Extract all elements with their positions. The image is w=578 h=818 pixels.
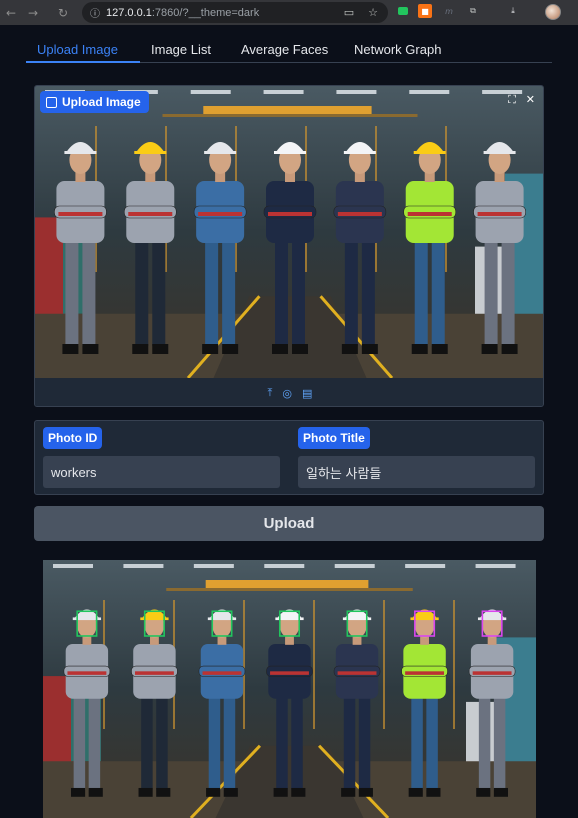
download-icon[interactable]: ⤓ — [506, 4, 520, 18]
image-actions: ⛶ ✕ — [508, 93, 535, 107]
clipboard-icon[interactable]: ▤ — [302, 387, 312, 400]
url-path: :7860/?__theme=dark — [151, 6, 260, 19]
extensions-bar: ■ m ⧉ ⤓ — [398, 4, 520, 18]
annotated-workers-photo — [43, 560, 536, 818]
upload-image-label-text: Upload Image — [62, 95, 141, 109]
tab-image-list[interactable]: Image List — [151, 42, 211, 57]
profile-avatar[interactable] — [545, 4, 561, 20]
site-info-icon[interactable]: ⓘ — [90, 5, 100, 20]
active-tab-indicator — [26, 61, 140, 63]
tab-network-graph[interactable]: Network Graph — [354, 42, 441, 57]
image-source-toolbar: ⤒ ◎ ▤ — [35, 378, 543, 406]
result-image — [43, 560, 536, 818]
webcam-icon[interactable]: ◎ — [282, 387, 292, 400]
fullscreen-icon[interactable]: ⛶ — [508, 93, 516, 107]
workers-photo — [35, 86, 543, 378]
reload-icon[interactable]: ↻ — [52, 0, 74, 25]
photo-title-input[interactable]: 일하는 사람들 — [298, 456, 535, 488]
cast-icon[interactable]: ▭ — [344, 6, 354, 19]
address-bar[interactable]: ⓘ 127.0.0.1:7860/?__theme=dark ▭ ☆ — [82, 2, 388, 23]
bookmark-star-icon[interactable]: ☆ — [368, 6, 378, 19]
back-icon[interactable]: ← — [0, 0, 22, 25]
photo-id-label: Photo ID — [43, 427, 103, 449]
close-icon[interactable]: ✕ — [526, 93, 535, 107]
forward-icon[interactable]: → — [22, 0, 44, 25]
upload-image-label: Upload Image — [40, 91, 149, 113]
photo-id-input[interactable]: workers — [43, 456, 280, 488]
tab-average-faces[interactable]: Average Faces — [241, 42, 328, 57]
browser-toolbar: ← → ↻ ⓘ 127.0.0.1:7860/?__theme=dark ▭ ☆… — [0, 0, 578, 25]
upload-button[interactable]: Upload — [34, 506, 544, 541]
tab-bar: Upload Image Image List Average Faces Ne… — [26, 37, 552, 63]
uploaded-image[interactable] — [35, 86, 543, 378]
extension-orange-icon[interactable]: ■ — [418, 4, 432, 18]
tab-upload-image[interactable]: Upload Image — [37, 42, 118, 57]
extension-green-icon[interactable] — [398, 7, 408, 15]
extension-m-icon[interactable]: m — [442, 4, 456, 18]
image-icon — [46, 96, 57, 108]
upload-icon[interactable]: ⤒ — [268, 386, 273, 400]
extensions-puzzle-icon[interactable]: ⧉ — [466, 4, 480, 18]
photo-title-label: Photo Title — [298, 427, 370, 449]
url-host: 127.0.0.1 — [106, 6, 152, 19]
photo-info-form: Photo ID workers Photo Title 일하는 사람들 — [34, 420, 544, 495]
image-upload-panel: Upload Image ⛶ ✕ ⤒ ◎ ▤ — [34, 85, 544, 407]
